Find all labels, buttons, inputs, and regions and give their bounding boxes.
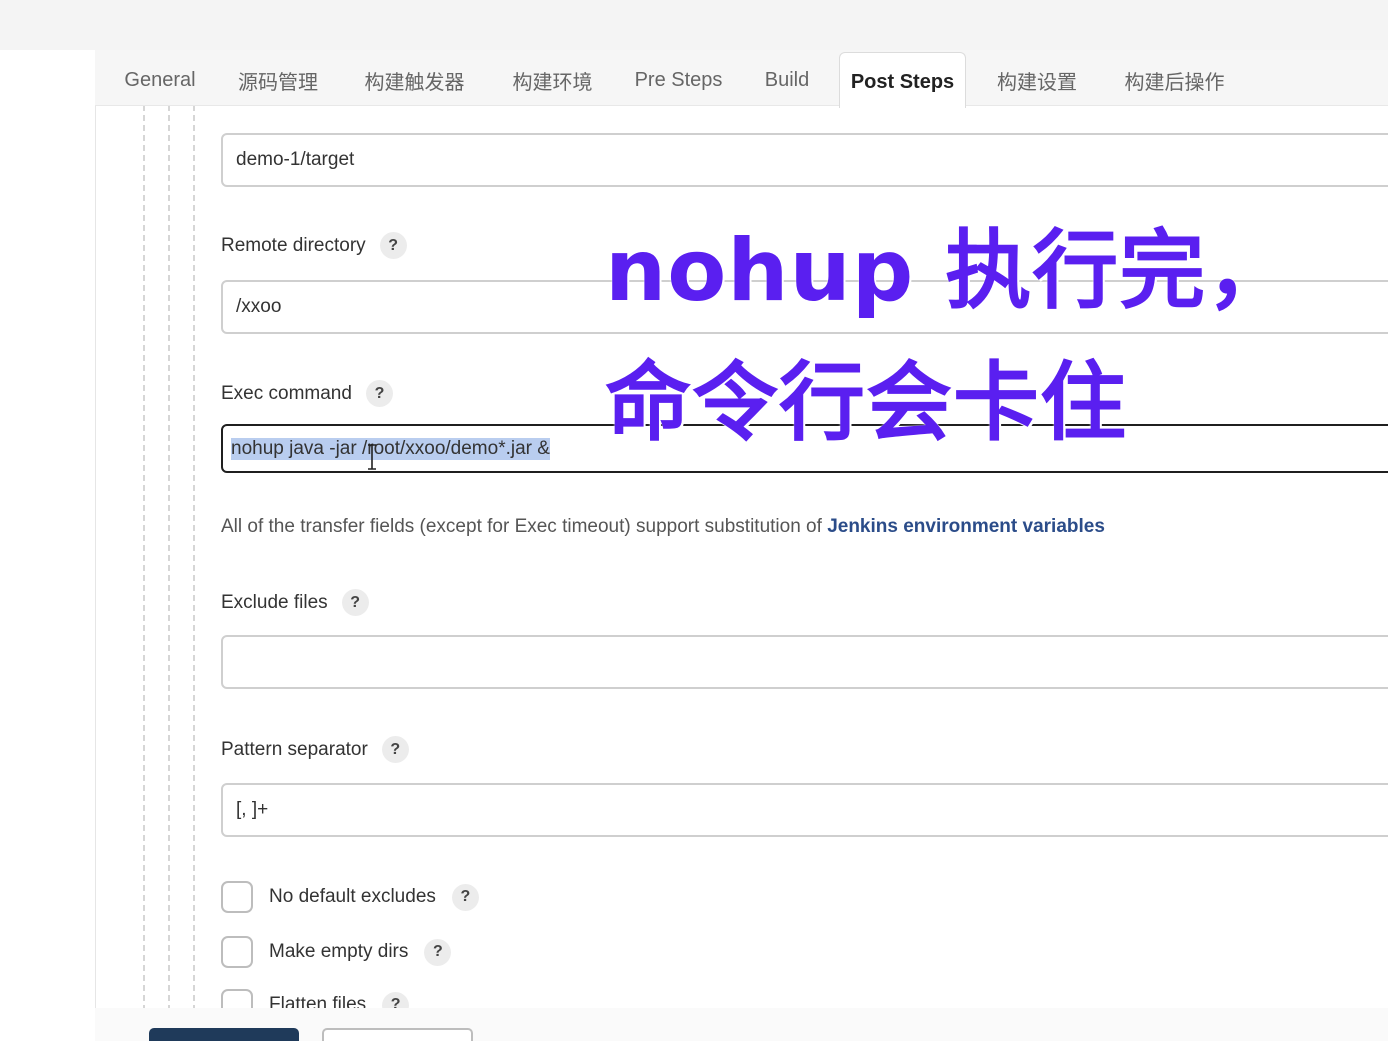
remote-directory-label: Remote directory ? [221, 232, 407, 259]
section-guide-line [168, 105, 170, 1011]
help-icon[interactable]: ? [341, 589, 369, 616]
tab-post-steps[interactable]: Post Steps [839, 52, 966, 108]
exclude-files-label-text: Exclude files [221, 591, 328, 613]
make-empty-dirs-checkbox[interactable] [221, 936, 253, 968]
tab-build-triggers[interactable]: 构建触发器 [352, 50, 477, 106]
tab-pre-steps[interactable]: Pre Steps [627, 50, 730, 106]
exec-command-input[interactable]: nohup java -jar /root/xxoo/demo*.jar & [221, 424, 1388, 473]
section-guide-line [193, 105, 195, 1011]
exec-command-value: nohup java -jar /root/xxoo/demo*.jar & [231, 437, 550, 460]
exclude-files-input[interactable] [221, 635, 1388, 689]
env-variables-note: All of the transfer fields (except for E… [221, 516, 1105, 538]
section-guide-line [143, 105, 145, 1011]
tab-build[interactable]: Build [752, 50, 822, 106]
tab-build-settings[interactable]: 构建设置 [987, 50, 1087, 106]
make-empty-dirs-label: Make empty dirs [269, 941, 409, 962]
config-tabs: General 源码管理 构建触发器 构建环境 Pre Steps Build … [95, 50, 1388, 108]
no-default-excludes-label: No default excludes [269, 886, 436, 907]
tab-build-environment[interactable]: 构建环境 [500, 50, 605, 106]
remote-directory-value: /xxoo [236, 296, 282, 317]
apply-button[interactable] [322, 1028, 473, 1041]
exclude-files-label: Exclude files ? [221, 589, 369, 616]
remote-directory-input[interactable]: /xxoo [221, 280, 1388, 334]
help-icon[interactable]: ? [451, 883, 479, 911]
env-variables-note-text: All of the transfer fields (except for E… [221, 516, 828, 537]
help-icon[interactable]: ? [379, 232, 407, 259]
pattern-separator-value: [, ]+ [236, 799, 269, 820]
jenkins-env-variables-link[interactable]: Jenkins environment variables [827, 516, 1105, 537]
left-sidebar [0, 50, 95, 1041]
exec-command-label: Exec command ? [221, 380, 393, 407]
remove-prefix-input[interactable]: demo-1/target [221, 133, 1388, 187]
save-button[interactable] [149, 1028, 299, 1041]
pattern-separator-input[interactable]: [, ]+ [221, 783, 1388, 837]
tab-source-management[interactable]: 源码管理 [228, 50, 328, 106]
make-empty-dirs-row[interactable]: Make empty dirs ? [221, 936, 452, 968]
remote-directory-label-text: Remote directory [221, 234, 366, 256]
help-icon[interactable]: ? [381, 736, 409, 763]
exec-command-label-text: Exec command [221, 382, 352, 404]
remove-prefix-value: demo-1/target [236, 149, 355, 170]
no-default-excludes-checkbox[interactable] [221, 881, 253, 913]
tab-post-build-actions[interactable]: 构建后操作 [1112, 50, 1237, 106]
pattern-separator-label-text: Pattern separator [221, 738, 368, 760]
no-default-excludes-row[interactable]: No default excludes ? [221, 881, 479, 913]
help-icon[interactable]: ? [365, 380, 393, 407]
tab-general[interactable]: General [115, 50, 205, 106]
help-icon[interactable]: ? [424, 938, 452, 966]
pattern-separator-label: Pattern separator ? [221, 736, 409, 763]
